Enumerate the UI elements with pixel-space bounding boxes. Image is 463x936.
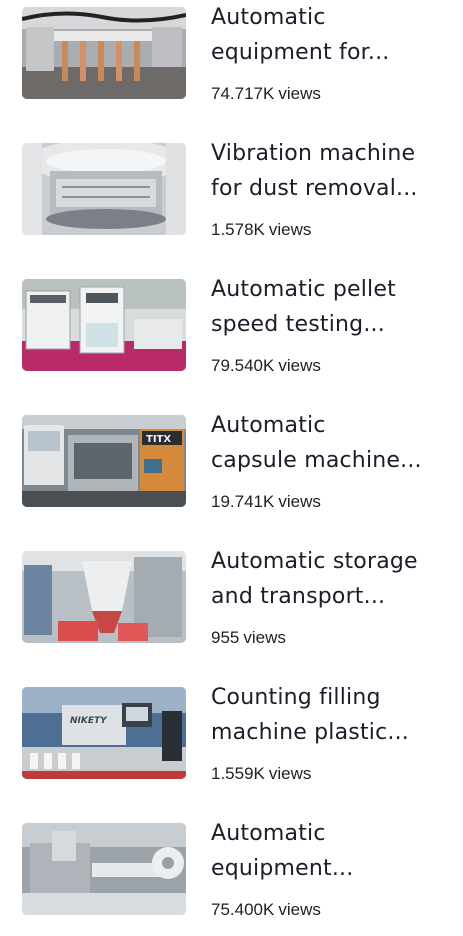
view-count-label: views xyxy=(278,84,321,103)
video-item-counting-filling[interactable]: NIKETY Counting filling machine plastic.… xyxy=(0,680,463,800)
video-title-line1: Vibration machine xyxy=(211,141,416,166)
thumbnail-image-pellet-tester xyxy=(22,279,186,371)
video-title-line1: Automatic storage xyxy=(211,549,418,574)
video-thumbnail[interactable]: NIKETY xyxy=(22,687,186,779)
view-count: 74.717K views xyxy=(211,84,321,104)
thumbnail-image-counting-filler: NIKETY xyxy=(22,687,186,779)
video-title-line2: machine plastic... xyxy=(211,720,409,745)
video-title[interactable]: Automatic pellet speed testing... xyxy=(211,272,456,342)
video-item-pellet-speed-testing[interactable]: Automatic pellet speed testing... 79.540… xyxy=(0,272,463,392)
video-thumbnail[interactable] xyxy=(22,143,186,235)
video-title[interactable]: Vibration machine for dust removal... xyxy=(211,136,456,206)
view-count-value: 955 xyxy=(211,628,240,647)
thumbnail-image-vibration-sieve xyxy=(22,143,186,235)
video-title-line2: equipment... xyxy=(211,856,354,881)
video-item-vibration-machine[interactable]: Vibration machine for dust removal... 1.… xyxy=(0,136,463,256)
video-title-line1: Automatic xyxy=(211,821,326,846)
video-title-line2: speed testing... xyxy=(211,312,385,337)
thumbnail-brand-text: TITX xyxy=(146,434,171,445)
view-count-value: 74.717K xyxy=(211,84,275,103)
view-count: 75.400K views xyxy=(211,900,321,920)
video-title[interactable]: Automatic equipment for... xyxy=(211,0,456,70)
video-thumbnail[interactable] xyxy=(22,823,186,915)
video-thumbnail[interactable] xyxy=(22,279,186,371)
view-count-label: views xyxy=(278,356,321,375)
video-list: Automatic equipment for... 74.717Kviews xyxy=(0,0,463,927)
view-count-value: 1.578K xyxy=(211,220,265,239)
thumbnail-brand-text: NIKETY xyxy=(70,716,108,726)
view-count: 955 views xyxy=(211,628,286,648)
thumbnail-image-filling-nozzles xyxy=(22,7,186,99)
view-count: 79.540K views xyxy=(211,356,321,376)
video-title-line2: for dust removal... xyxy=(211,176,418,201)
video-item-automatic-equipment-2[interactable]: Automatic equipment... 75.400K views xyxy=(0,816,463,936)
video-thumbnail[interactable] xyxy=(22,7,186,99)
video-title-line2: and transport... xyxy=(211,584,386,609)
video-item-automatic-equipment[interactable]: Automatic equipment for... 74.717K views xyxy=(0,0,463,120)
view-count-label: views xyxy=(278,492,321,511)
view-count-value: 1.559K xyxy=(211,764,265,783)
video-thumbnail[interactable]: TITX xyxy=(22,415,186,507)
video-title-line1: Counting filling xyxy=(211,685,381,710)
video-title[interactable]: Automatic storage and transport... xyxy=(211,544,456,614)
view-count-label: views xyxy=(243,628,286,647)
thumbnail-image-packing-equipment xyxy=(22,823,186,915)
thumbnail-image-storage-hopper xyxy=(22,551,186,643)
video-title-line1: Automatic xyxy=(211,413,326,438)
view-count-value: 19.741K xyxy=(211,492,275,511)
view-count-value: 75.400K xyxy=(211,900,275,919)
view-count-label: views xyxy=(268,220,312,239)
video-title[interactable]: Counting filling machine plastic... xyxy=(211,680,456,750)
view-count-value: 79.540K xyxy=(211,356,275,375)
video-title-line1: Automatic xyxy=(211,5,326,30)
view-count: 1.559K views xyxy=(211,764,311,784)
video-title-line1: Automatic pellet xyxy=(211,277,396,302)
video-title-line2: equipment for... xyxy=(211,40,390,65)
view-count-label: views xyxy=(268,764,312,783)
view-count-label: views xyxy=(278,900,321,919)
video-thumbnail[interactable] xyxy=(22,551,186,643)
thumbnail-image-capsule-machine: TITX xyxy=(22,415,186,507)
video-title[interactable]: Automatic equipment... xyxy=(211,816,456,886)
view-count: 19.741K views xyxy=(211,492,321,512)
video-title-line2: capsule machine... xyxy=(211,448,422,473)
video-item-storage-transport[interactable]: Automatic storage and transport... 955 vi… xyxy=(0,544,463,664)
video-title[interactable]: Automatic capsule machine... xyxy=(211,408,456,478)
video-item-capsule-machine[interactable]: TITX Automatic capsule machine... 19.741… xyxy=(0,408,463,528)
view-count: 1.578K views xyxy=(211,220,311,240)
